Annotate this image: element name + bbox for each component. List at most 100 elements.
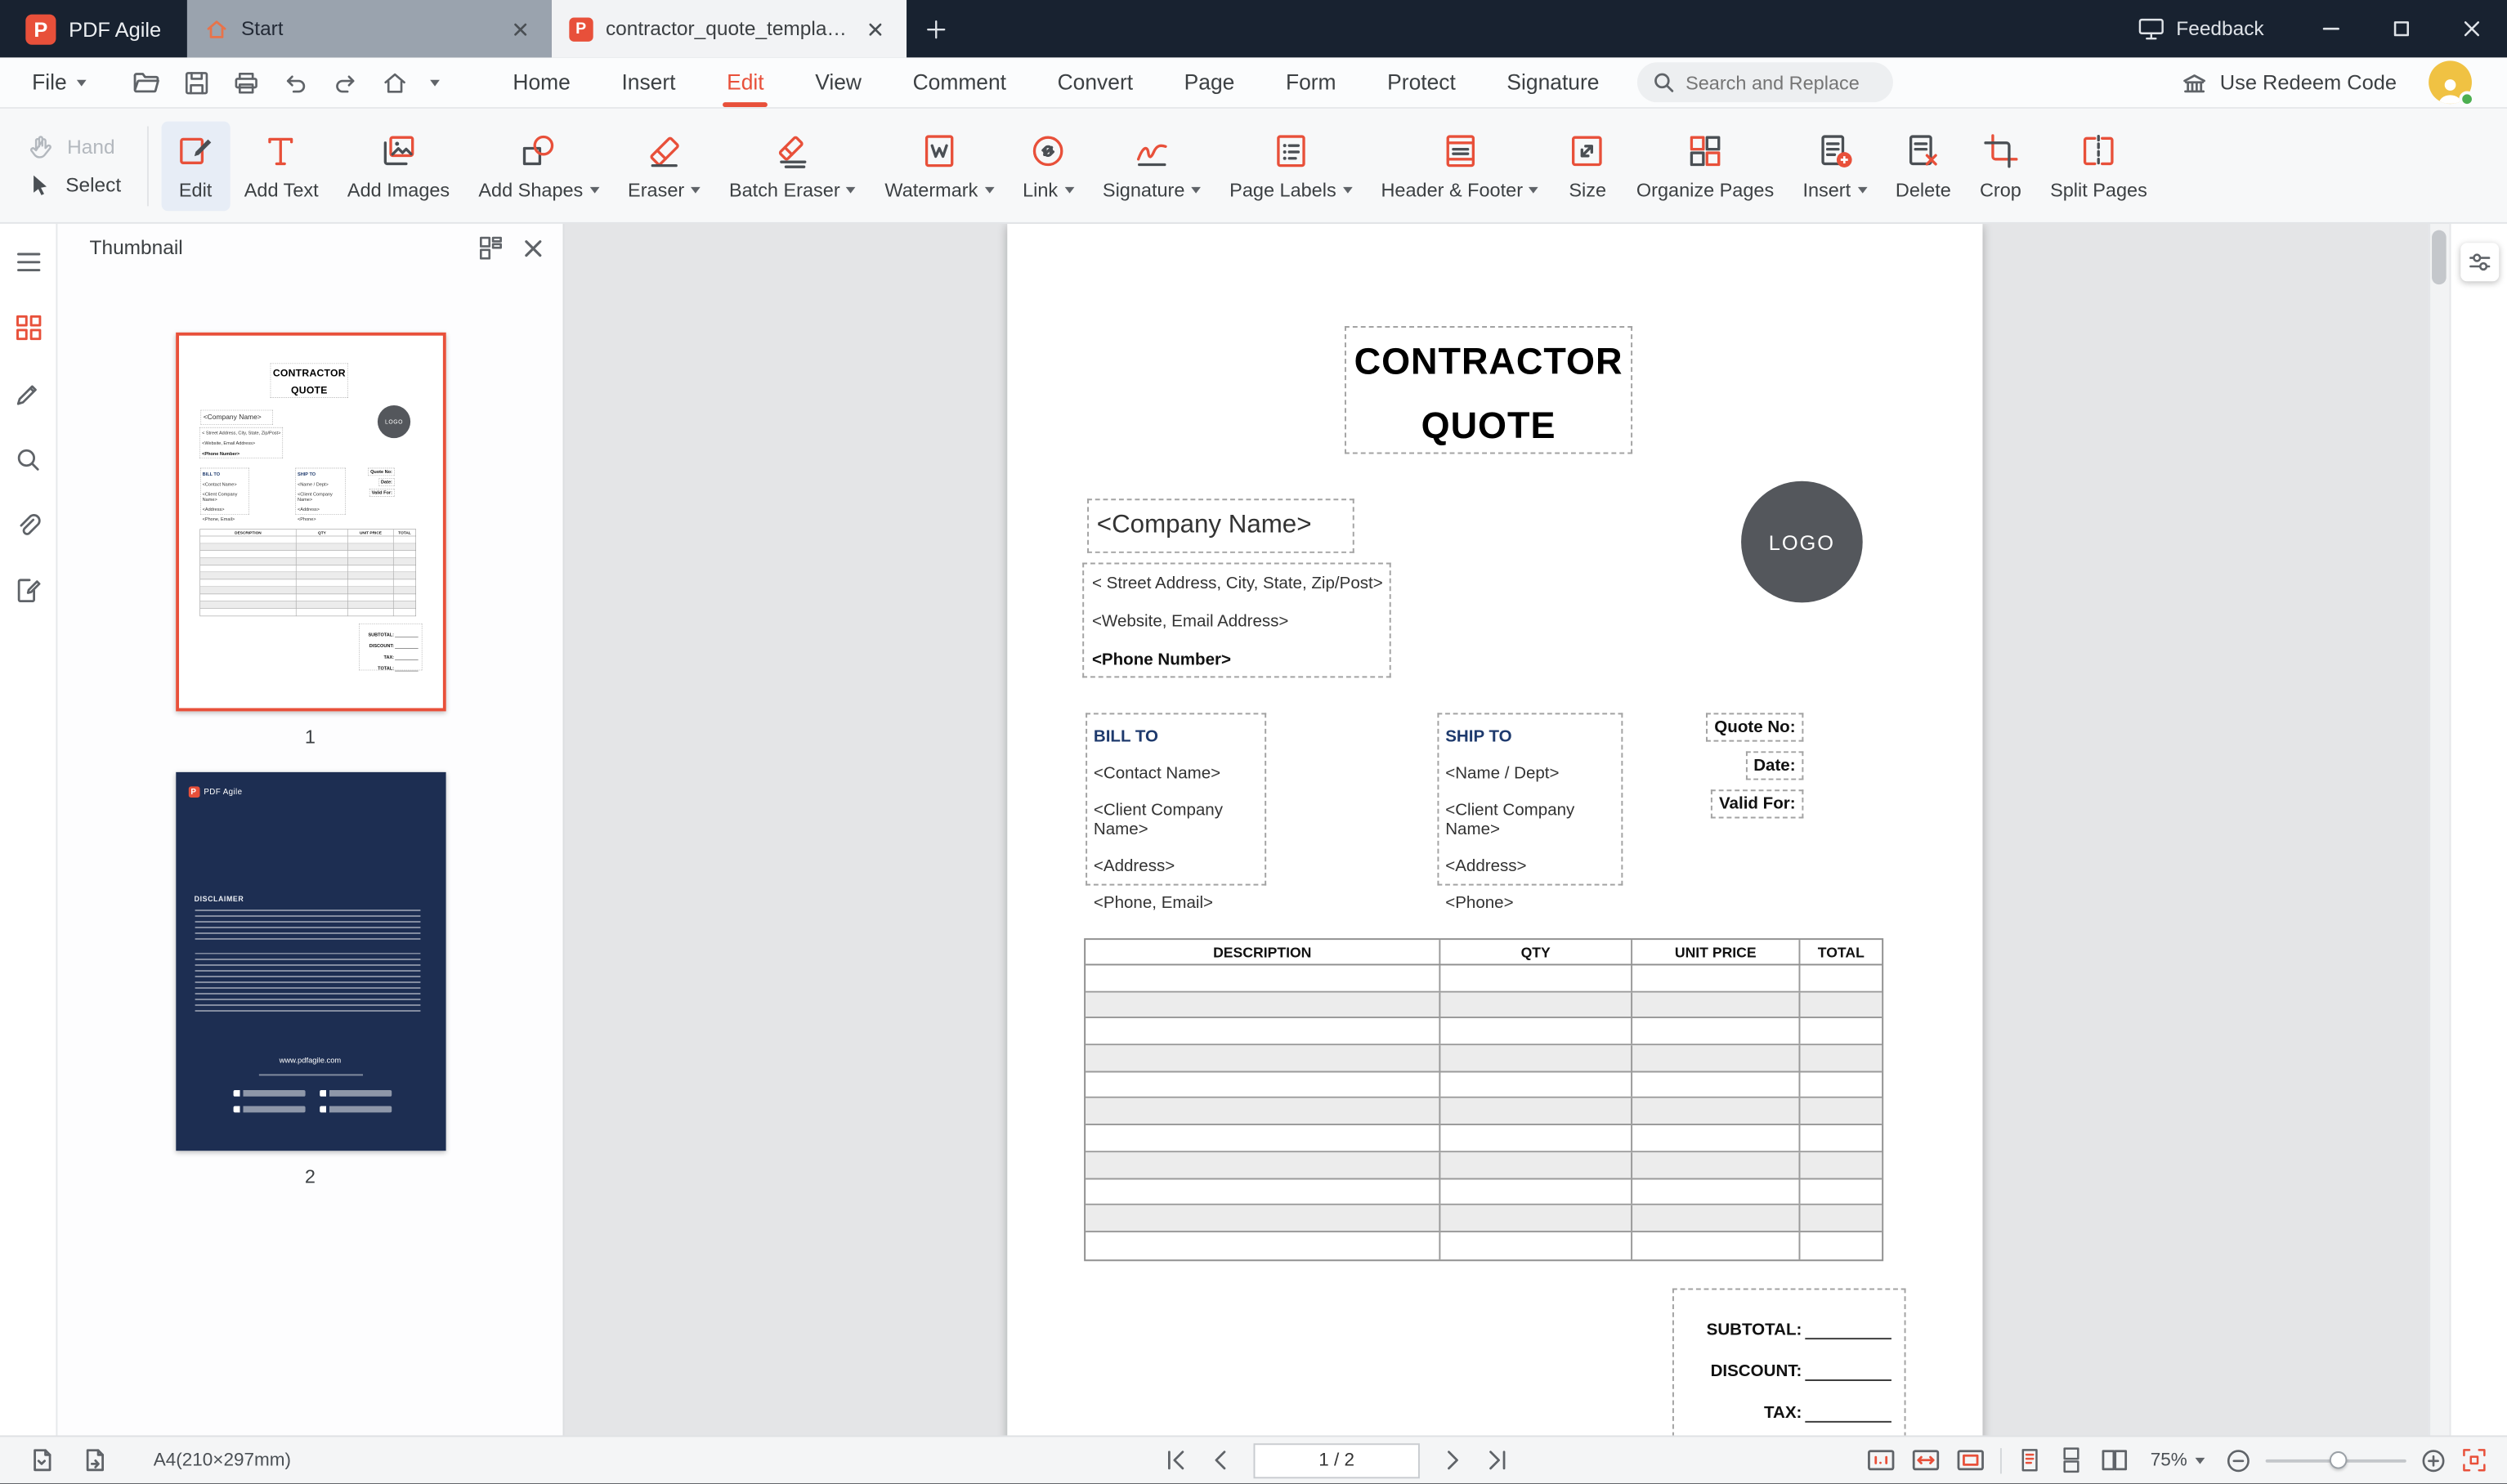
tool-size[interactable]: Size <box>1553 122 1622 212</box>
close-button[interactable] <box>2437 0 2507 57</box>
zoom-out-button[interactable] <box>2226 1447 2251 1473</box>
ship-to-block[interactable]: SHIP TO <Name / Dept> <Client Company Na… <box>1437 713 1623 885</box>
menu-item-form[interactable]: Form <box>1260 56 1362 108</box>
actual-size-button[interactable] <box>1866 1446 1896 1473</box>
annotations-panel-button[interactable] <box>12 378 44 409</box>
tool-insert[interactable]: Insert <box>1788 122 1881 212</box>
tool-delete[interactable]: Delete <box>1881 122 1965 212</box>
undo-button[interactable] <box>281 68 310 96</box>
company-address-block[interactable]: < Street Address, City, State, Zip/Post>… <box>1082 563 1391 678</box>
document-title-block[interactable]: CONTRACTOR QUOTE <box>1345 326 1632 454</box>
first-page-button[interactable] <box>1164 1448 1188 1472</box>
search-panel-button[interactable] <box>12 443 44 475</box>
company-name-block[interactable]: <Company Name> <box>200 410 272 425</box>
tab-close-icon[interactable] <box>508 16 534 42</box>
date-field[interactable]: Date: <box>378 478 393 486</box>
page-1-thumbnail-image[interactable]: CONTRACTOR QUOTE <Company Name> < Street… <box>175 333 445 712</box>
page-2-thumbnail[interactable]: P PDF Agile DISCLAIMER www.pdfagile.com <box>57 772 562 1188</box>
quote-items-table[interactable]: DESCRIPTION QTY UNIT PRICE TOTAL <box>1084 938 1883 1260</box>
totals-block[interactable]: SUBTOTAL: DISCOUNT: TAX: TOTAL: <box>358 624 421 670</box>
attachments-panel-button[interactable] <box>12 508 44 540</box>
facing-pages-view-button[interactable] <box>2099 1446 2129 1473</box>
open-file-button[interactable] <box>131 67 161 97</box>
tool-page-labels[interactable]: Page Labels <box>1215 122 1367 212</box>
tool-add-images[interactable]: Add Images <box>333 122 463 212</box>
properties-panel-button[interactable] <box>2460 243 2498 281</box>
tool-link[interactable]: Link <box>1008 122 1088 212</box>
last-page-button[interactable] <box>1485 1448 1509 1472</box>
company-name-block[interactable]: <Company Name> <box>1087 498 1354 553</box>
zoom-in-button[interactable] <box>2420 1447 2446 1473</box>
tool-eraser[interactable]: Eraser <box>613 122 714 212</box>
scrollbar-thumb[interactable] <box>2432 230 2447 285</box>
valid-for-field[interactable]: Valid For: <box>369 489 394 497</box>
hand-tool[interactable]: Hand <box>25 132 121 161</box>
thumbnail-view-options-icon[interactable] <box>478 235 504 261</box>
tool-add-shapes[interactable]: Add Shapes <box>464 122 614 212</box>
bill-to-block[interactable]: BILL TO <Contact Name> <Client Company N… <box>199 468 248 515</box>
new-tab-button[interactable] <box>907 0 967 57</box>
document-title-block[interactable]: CONTRACTOR QUOTE <box>270 364 347 398</box>
menu-item-insert[interactable]: Insert <box>596 56 701 108</box>
tool-organize-pages[interactable]: Organize Pages <box>1622 122 1788 212</box>
quick-access-chevron-icon[interactable] <box>430 79 440 86</box>
tool-signature[interactable]: Signature <box>1088 122 1215 212</box>
fit-page-button[interactable] <box>1955 1446 1985 1473</box>
tool-edit[interactable]: Edit <box>161 122 230 212</box>
document-page[interactable]: CONTRACTOR QUOTE <Company Name> < Street… <box>1007 224 1982 1436</box>
quote-no-field[interactable]: Quote No: <box>1707 713 1804 741</box>
page-indicator-input[interactable] <box>1253 1442 1419 1477</box>
tool-watermark[interactable]: Watermark <box>871 122 1009 212</box>
zoom-level-dropdown[interactable]: 75% <box>2144 1450 2211 1469</box>
tool-batch-eraser[interactable]: Batch Eraser <box>714 122 870 212</box>
menu-item-comment[interactable]: Comment <box>887 56 1032 108</box>
panel-menu-button[interactable] <box>12 246 44 278</box>
page-edit-panel-button[interactable] <box>12 574 44 606</box>
menu-item-view[interactable]: View <box>790 56 887 108</box>
tab-document[interactable]: P contractor_quote_template.... <box>551 0 906 57</box>
tool-add-text[interactable]: Add Text <box>230 122 333 212</box>
menu-item-edit[interactable]: Edit <box>701 56 790 108</box>
menu-item-signature[interactable]: Signature <box>1481 56 1625 108</box>
logo-placeholder[interactable]: LOGO <box>1741 481 1863 603</box>
file-menu-button[interactable]: File <box>25 70 92 94</box>
tool-split-pages[interactable]: Split Pages <box>2035 122 2161 212</box>
save-button[interactable] <box>182 68 211 96</box>
zoom-slider[interactable] <box>2266 1449 2406 1471</box>
single-page-view-button[interactable] <box>2016 1446 2043 1473</box>
logo-placeholder[interactable]: LOGO <box>377 405 410 438</box>
tool-crop[interactable]: Crop <box>1965 122 2035 212</box>
menu-item-home[interactable]: Home <box>487 56 596 108</box>
next-view-button[interactable] <box>82 1446 109 1473</box>
company-address-block[interactable]: < Street Address, City, State, Zip/Post>… <box>199 427 282 458</box>
select-tool[interactable]: Select <box>25 171 121 198</box>
previous-page-button[interactable] <box>1209 1448 1233 1472</box>
menu-item-protect[interactable]: Protect <box>1362 56 1481 108</box>
page-2-thumbnail-image[interactable]: P PDF Agile DISCLAIMER www.pdfagile.com <box>175 772 445 1151</box>
menu-item-convert[interactable]: Convert <box>1032 56 1158 108</box>
maximize-button[interactable] <box>2366 0 2437 57</box>
page-1-thumbnail[interactable]: CONTRACTOR QUOTE <Company Name> < Street… <box>57 333 562 749</box>
fit-width-button[interactable] <box>1910 1446 1941 1473</box>
account-avatar[interactable] <box>2429 60 2472 104</box>
tab-start[interactable]: Start <box>186 0 551 57</box>
date-field[interactable]: Date: <box>1745 751 1803 780</box>
home-view-button[interactable] <box>380 68 409 96</box>
close-panel-icon[interactable] <box>523 237 544 257</box>
minimize-button[interactable] <box>2296 0 2366 57</box>
vertical-scrollbar[interactable] <box>2429 224 2449 1436</box>
tab-close-icon[interactable] <box>863 16 889 42</box>
print-button[interactable] <box>231 68 260 96</box>
quote-no-field[interactable]: Quote No: <box>367 468 393 476</box>
redeem-code-button[interactable]: Use Redeem Code <box>2182 69 2397 95</box>
thumbnail-panel-button[interactable] <box>12 311 44 343</box>
ship-to-block[interactable]: SHIP TO <Name / Dept> <Client Company Na… <box>294 468 344 515</box>
tool-header-footer[interactable]: Header & Footer <box>1367 122 1553 212</box>
previous-view-button[interactable] <box>29 1446 56 1473</box>
quote-items-table[interactable]: DESCRIPTION QTY UNIT PRICE TOTAL <box>199 529 415 616</box>
menu-item-page[interactable]: Page <box>1158 56 1260 108</box>
fullscreen-button[interactable] <box>2460 1446 2487 1473</box>
redo-button[interactable] <box>330 68 359 96</box>
feedback-button[interactable]: Feedback <box>2106 0 2296 57</box>
bill-to-block[interactable]: BILL TO <Contact Name> <Client Company N… <box>1086 713 1266 885</box>
